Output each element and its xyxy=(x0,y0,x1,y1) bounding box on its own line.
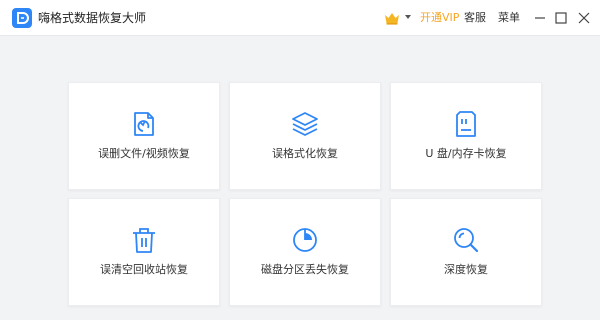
trash-icon xyxy=(133,228,155,253)
open-vip-link[interactable]: 开通VIP xyxy=(420,11,459,25)
card-partition-recovery[interactable]: 磁盘分区丢失恢复 xyxy=(229,198,381,306)
card-label: 误删文件/视频恢复 xyxy=(98,147,190,160)
menu-link[interactable]: 菜单 xyxy=(498,11,520,25)
sd-card-icon xyxy=(456,111,476,137)
minimize-icon[interactable] xyxy=(532,10,548,26)
title-bar: 嗨格式数据恢复大师 开通VIP 客服 菜单 xyxy=(0,0,600,36)
layers-icon xyxy=(292,112,318,136)
app-window: 嗨格式数据恢复大师 开通VIP 客服 菜单 误删文件/视频恢复 误格式化恢复 U… xyxy=(0,0,600,320)
card-recycle-bin-recovery[interactable]: 误清空回收站恢复 xyxy=(68,198,220,306)
card-format-recovery[interactable]: 误格式化恢复 xyxy=(229,82,381,190)
card-usb-sd-recovery[interactable]: U 盘/内存卡恢复 xyxy=(390,82,542,190)
close-icon[interactable] xyxy=(576,10,592,26)
card-deep-recovery[interactable]: 深度恢复 xyxy=(390,198,542,306)
maximize-icon[interactable] xyxy=(553,10,569,26)
crown-icon[interactable] xyxy=(384,11,400,25)
customer-service-link[interactable]: 客服 xyxy=(464,11,486,25)
card-label: 误格式化恢复 xyxy=(272,147,338,160)
card-label: 磁盘分区丢失恢复 xyxy=(261,263,349,276)
card-label: 误清空回收站恢复 xyxy=(100,263,188,276)
pie-chart-icon xyxy=(293,228,317,252)
card-label: U 盘/内存卡恢复 xyxy=(425,147,507,160)
app-title: 嗨格式数据恢复大师 xyxy=(38,11,147,25)
file-restore-icon xyxy=(134,112,154,136)
magnifier-icon xyxy=(454,228,479,253)
card-deleted-file-recovery[interactable]: 误删文件/视频恢复 xyxy=(68,82,220,190)
card-label: 深度恢复 xyxy=(444,263,488,276)
app-logo-icon xyxy=(12,8,32,28)
caret-down-icon[interactable] xyxy=(404,13,412,21)
